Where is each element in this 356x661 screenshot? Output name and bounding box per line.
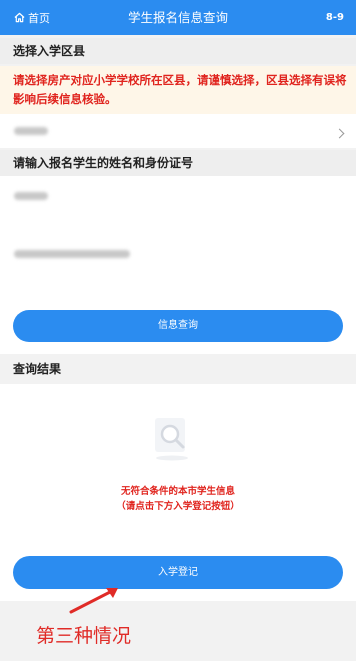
id-number-field[interactable] bbox=[0, 230, 356, 270]
name-value-redacted bbox=[14, 192, 48, 200]
student-form: 信息查询 bbox=[0, 176, 356, 354]
no-result-hint: （请点击下方入学登记按钮） bbox=[116, 501, 240, 512]
annotation-text: 第三种情况 bbox=[36, 625, 132, 647]
top-nav-bar: 首页 学生报名信息查询 8-9 bbox=[0, 0, 356, 35]
result-section-title: 查询结果 bbox=[0, 356, 356, 384]
district-select[interactable] bbox=[0, 114, 356, 148]
result-panel: 无符合条件的本市学生信息 （请点击下方入学登记按钮） 入学登记 bbox=[0, 384, 356, 601]
student-section-title: 请输入报名学生的姓名和身份证号 bbox=[0, 150, 356, 176]
id-number-value-redacted bbox=[14, 250, 130, 258]
district-section-title: 选择入学区县 bbox=[0, 38, 356, 64]
page-title: 学生报名信息查询 bbox=[127, 10, 228, 25]
register-button[interactable]: 入学登记 bbox=[13, 556, 343, 589]
district-selected-value-redacted bbox=[14, 127, 48, 135]
query-button[interactable]: 信息查询 bbox=[13, 310, 343, 342]
version-badge: 8-9 bbox=[325, 12, 344, 23]
district-notice: 请选择房产对应小学学校所在区县，请谨慎选择，区县选择有误将影响后续信息核验。 bbox=[0, 66, 356, 114]
arrow-annotation-icon bbox=[69, 588, 118, 614]
name-field[interactable] bbox=[0, 176, 356, 216]
search-empty-icon bbox=[155, 418, 188, 461]
no-result-message: 无符合条件的本市学生信息 bbox=[120, 486, 235, 497]
